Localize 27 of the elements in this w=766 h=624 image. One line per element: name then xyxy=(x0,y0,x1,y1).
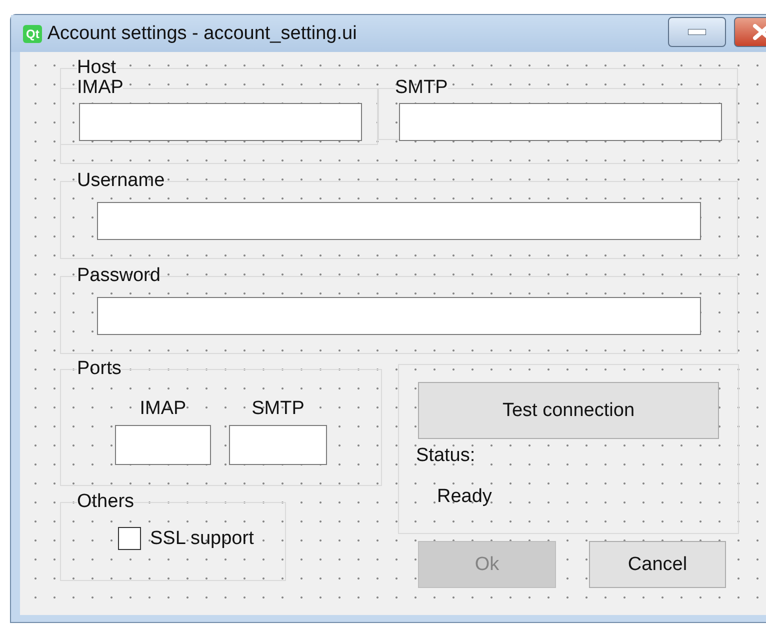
status-label: Status: xyxy=(416,445,476,467)
checkbox[interactable] xyxy=(118,527,141,550)
host-input-field[interactable] xyxy=(79,103,362,141)
window-title: Account settings - account_setting.ui xyxy=(47,22,357,44)
username-field[interactable] xyxy=(97,202,701,240)
status-value: Ready xyxy=(437,486,493,508)
port-field[interactable] xyxy=(229,425,327,465)
group-title: SMTP xyxy=(395,78,448,98)
minimize-icon xyxy=(688,29,706,35)
cancel-button[interactable]: Cancel xyxy=(589,541,726,588)
group-title: Ports xyxy=(77,359,122,379)
group-title: Host xyxy=(77,58,116,78)
test-connection-button[interactable]: Test connection xyxy=(418,382,719,439)
minimize-button[interactable] xyxy=(668,17,726,47)
password-field[interactable] xyxy=(97,297,701,335)
port-label: SMTP xyxy=(250,398,306,420)
port-label: IMAP xyxy=(138,398,188,420)
ssl-checkbox[interactable]: SSL support xyxy=(118,527,285,550)
group-title: Password xyxy=(77,266,160,286)
group-title: IMAP xyxy=(77,78,124,98)
checkbox-label: SSL support xyxy=(150,528,254,550)
host-input-field[interactable] xyxy=(399,103,722,141)
group-title: Others xyxy=(77,492,134,512)
group-title: Username xyxy=(77,171,165,191)
app-logo: Qt xyxy=(23,24,42,42)
close-icon xyxy=(753,24,766,40)
port-field[interactable] xyxy=(115,425,211,465)
